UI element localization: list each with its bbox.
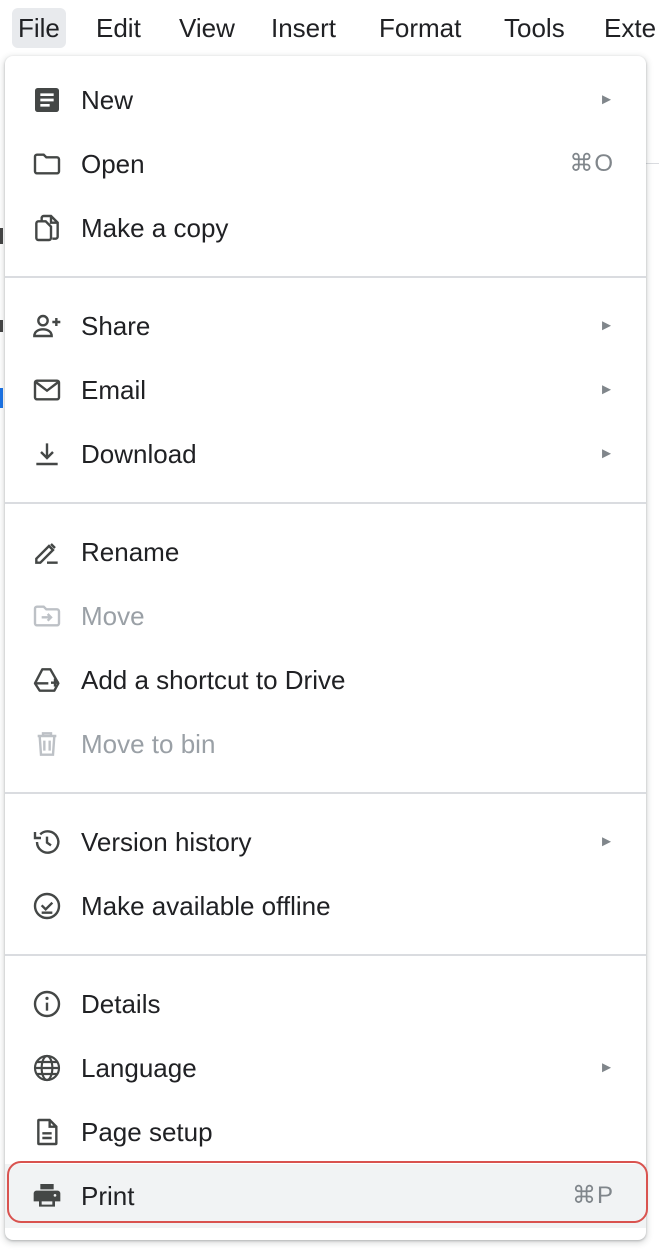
menu-item-rename[interactable]: Rename [5, 520, 646, 584]
menu-item-label: Make available offline [81, 891, 331, 921]
document-edge-line [646, 163, 659, 164]
menu-item-page-setup[interactable]: Page setup [5, 1100, 646, 1164]
submenu-arrow-icon: ► [599, 381, 614, 398]
rename-pen-icon [29, 536, 65, 568]
menu-insert[interactable]: Insert [265, 8, 342, 48]
menu-item-email[interactable]: Email ► [5, 358, 646, 422]
printer-icon [29, 1180, 65, 1212]
menu-item-open[interactable]: Open ⌘O [5, 132, 646, 196]
document-edge-mark [0, 320, 3, 332]
menu-item-move: Move [5, 584, 646, 648]
page-setup-icon [29, 1116, 65, 1148]
submenu-arrow-icon: ► [599, 91, 614, 108]
menu-item-version-history[interactable]: Version history ► [5, 810, 646, 874]
menu-divider [5, 792, 646, 794]
menu-item-label: Make a copy [81, 213, 229, 243]
menu-item-make-available-offline[interactable]: Make available offline [5, 874, 646, 938]
menu-extensions[interactable]: Exte [598, 8, 659, 48]
drive-shortcut-icon [29, 664, 65, 696]
menu-item-print[interactable]: Print ⌘P [5, 1164, 646, 1228]
submenu-arrow-icon: ► [599, 833, 614, 850]
menu-item-new[interactable]: New ► [5, 68, 646, 132]
download-icon [29, 438, 65, 470]
info-icon [29, 988, 65, 1020]
menu-item-label: Details [81, 989, 161, 1019]
menu-format[interactable]: Format [373, 8, 467, 48]
menu-item-add-shortcut-to-drive[interactable]: Add a shortcut to Drive [5, 648, 646, 712]
menu-item-language[interactable]: Language ► [5, 1036, 646, 1100]
menu-divider [5, 954, 646, 956]
menu-item-label: Open [81, 149, 145, 179]
history-icon [29, 826, 65, 858]
menubar: File Edit View Insert Format Tools Exte [0, 0, 659, 58]
menu-item-label: Print [81, 1181, 135, 1211]
file-menu-dropdown: New ► Open ⌘O Make a copy Share ► Email … [5, 56, 646, 1240]
menu-item-label: Email [81, 375, 147, 405]
move-folder-icon [29, 600, 65, 632]
envelope-icon [29, 374, 65, 406]
menu-item-make-a-copy[interactable]: Make a copy [5, 196, 646, 260]
document-edge-link [0, 388, 3, 408]
menu-item-label: Add a shortcut to Drive [81, 665, 346, 695]
submenu-arrow-icon: ► [599, 317, 614, 334]
document-icon [29, 84, 65, 116]
submenu-arrow-icon: ► [599, 1059, 614, 1076]
menu-view[interactable]: View [173, 8, 241, 48]
globe-icon [29, 1052, 65, 1084]
menu-tools[interactable]: Tools [498, 8, 571, 48]
offline-check-icon [29, 890, 65, 922]
copy-icon [29, 212, 65, 244]
menu-item-label: New [81, 85, 134, 115]
person-add-icon [29, 310, 65, 342]
menu-item-label: Rename [81, 537, 180, 567]
menu-item-label: Version history [81, 827, 252, 857]
menu-item-details[interactable]: Details [5, 972, 646, 1036]
menu-item-share[interactable]: Share ► [5, 294, 646, 358]
menu-item-move-to-bin: Move to bin [5, 712, 646, 776]
menu-divider [5, 276, 646, 278]
menu-item-label: Move [81, 601, 145, 631]
menu-divider [5, 502, 646, 504]
trash-icon [29, 728, 65, 760]
menu-item-label: Move to bin [81, 729, 216, 759]
menu-item-label: Share [81, 311, 151, 341]
menu-item-download[interactable]: Download ► [5, 422, 646, 486]
shortcut-label: ⌘O [569, 150, 614, 177]
menu-edit[interactable]: Edit [90, 8, 147, 48]
document-edge-mark [0, 228, 3, 244]
submenu-arrow-icon: ► [599, 445, 614, 462]
menu-item-label: Page setup [81, 1117, 213, 1147]
menu-file[interactable]: File [12, 8, 66, 48]
menu-item-label: Language [81, 1053, 197, 1083]
shortcut-label: ⌘P [571, 1182, 614, 1209]
menu-item-label: Download [81, 439, 197, 469]
folder-icon [29, 148, 65, 180]
